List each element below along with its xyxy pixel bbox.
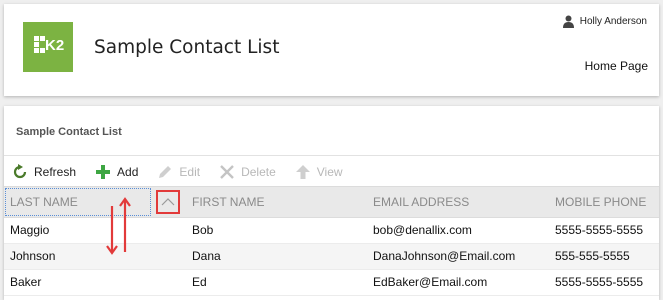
add-label: Add bbox=[117, 165, 139, 179]
user-name: Holly Anderson bbox=[579, 16, 647, 27]
table-row[interactable]: Baker Ed EdBaker@Email.com 5555-5555-555… bbox=[4, 270, 659, 296]
column-header-mobile-phone[interactable]: MOBILE PHONE bbox=[555, 187, 646, 217]
refresh-button[interactable]: Refresh bbox=[12, 164, 76, 180]
table-header: LAST NAME FIRST NAME EMAIL ADDRESS MOBIL… bbox=[4, 186, 659, 218]
view-label: View bbox=[316, 165, 343, 179]
arrow-up-icon bbox=[295, 165, 310, 179]
contact-list-panel: Sample Contact List Refresh Add Edit Del… bbox=[4, 106, 659, 300]
cell-first-name: Ed bbox=[192, 275, 207, 289]
delete-label: Delete bbox=[241, 165, 276, 179]
user-menu[interactable]: Holly Anderson bbox=[562, 15, 647, 28]
pencil-icon bbox=[159, 166, 172, 178]
edit-button[interactable]: Edit bbox=[157, 164, 200, 180]
edit-label: Edit bbox=[179, 165, 201, 179]
cell-email: DanaJohnson@Email.com bbox=[373, 249, 516, 263]
plus-icon bbox=[96, 165, 111, 179]
k2-logo: K2 bbox=[23, 22, 73, 72]
refresh-icon bbox=[13, 164, 27, 179]
cell-first-name: Dana bbox=[192, 249, 221, 263]
toolbar: Refresh Add Edit Delete View bbox=[12, 163, 362, 181]
view-button[interactable]: View bbox=[295, 164, 343, 180]
column-header-first-name[interactable]: FIRST NAME bbox=[192, 187, 264, 217]
app-header: K2 Sample Contact List Holly Anderson Ho… bbox=[4, 4, 659, 96]
x-icon bbox=[220, 165, 234, 179]
table-row[interactable]: Maggio Bob bob@denallix.com 5555-5555-55… bbox=[4, 218, 659, 244]
home-page-link[interactable]: Home Page bbox=[585, 59, 648, 73]
table-row[interactable]: Johnson Dana DanaJohnson@Email.com 555-5… bbox=[4, 244, 659, 270]
app-title: Sample Contact List bbox=[94, 37, 280, 58]
column-header-email[interactable]: EMAIL ADDRESS bbox=[373, 187, 469, 217]
cell-mobile-phone: 5555-5555-5555 bbox=[555, 275, 644, 289]
user-icon bbox=[562, 15, 574, 28]
cell-email: bob@denallix.com bbox=[373, 223, 472, 237]
logo-text: K2 bbox=[45, 37, 65, 54]
add-button[interactable]: Add bbox=[95, 164, 138, 180]
cell-last-name: Maggio bbox=[10, 223, 50, 237]
panel-divider bbox=[4, 155, 659, 156]
panel-title: Sample Contact List bbox=[16, 126, 122, 138]
column-header-last-name[interactable]: LAST NAME bbox=[4, 187, 152, 217]
cell-mobile-phone: 5555-5555-5555 bbox=[555, 223, 644, 237]
cell-mobile-phone: 555-555-5555 bbox=[555, 249, 630, 263]
cell-last-name: Johnson bbox=[10, 249, 56, 263]
delete-button[interactable]: Delete bbox=[219, 164, 276, 180]
refresh-label: Refresh bbox=[34, 165, 77, 179]
cell-last-name: Baker bbox=[10, 275, 42, 289]
sort-button[interactable] bbox=[156, 190, 180, 214]
contact-table: LAST NAME FIRST NAME EMAIL ADDRESS MOBIL… bbox=[4, 186, 659, 296]
cell-email: EdBaker@Email.com bbox=[373, 275, 488, 289]
chevron-up-icon bbox=[161, 198, 175, 206]
cell-first-name: Bob bbox=[192, 223, 214, 237]
